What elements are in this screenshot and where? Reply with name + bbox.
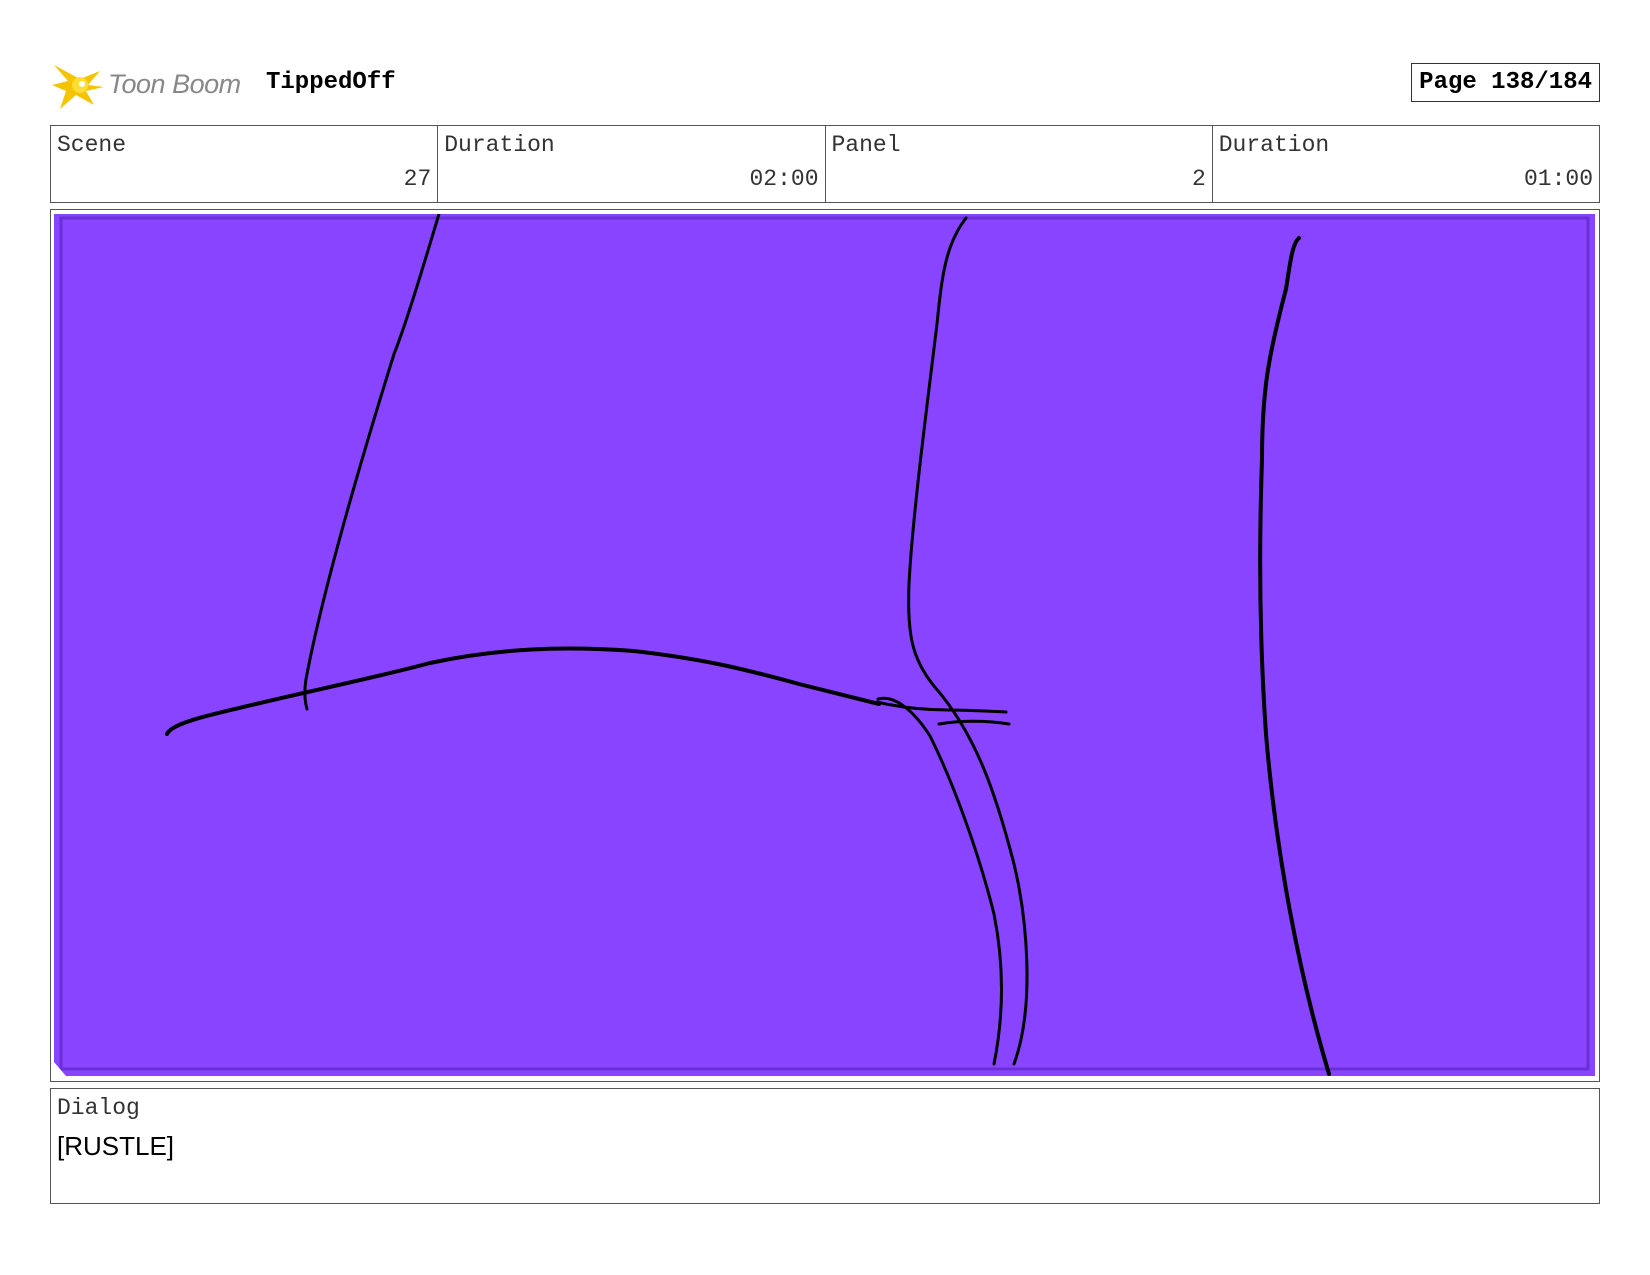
panel-value: 2 [1191, 166, 1206, 192]
logo-text: Toon Boom [108, 69, 241, 99]
panel-duration-value: 01:00 [1523, 166, 1593, 192]
project-title: TippedOff [266, 69, 396, 96]
scene-label: Scene [57, 132, 127, 158]
page-indicator: Page 138/184 [1411, 63, 1600, 102]
panel-label: Panel [831, 132, 901, 158]
storyboard-panel-frame [50, 209, 1600, 1082]
panel-cell: Panel 2 [826, 126, 1213, 202]
panel-background [54, 214, 1595, 1076]
toon-boom-star-icon [52, 65, 104, 109]
toon-boom-logo: Toon Boom [50, 55, 250, 115]
page-header: Toon Boom TippedOff Page 138/184 [50, 55, 1600, 115]
panel-duration-label: Duration [1218, 132, 1330, 158]
scene-value: 27 [403, 166, 432, 192]
dialog-text: [RUSTLE] [57, 1131, 175, 1161]
scene-duration-label: Duration [444, 132, 555, 158]
panel-duration-cell: Duration 01:00 [1213, 126, 1599, 202]
storyboard-panel-drawing [54, 214, 1595, 1076]
panel-info-row: Scene 27 Duration 02:00 Panel 2 Duration… [50, 125, 1600, 203]
scene-cell: Scene 27 [51, 126, 439, 202]
scene-duration-value: 02:00 [749, 166, 819, 192]
dialog-box: Dialog [RUSTLE] [50, 1088, 1600, 1204]
scene-duration-cell: Duration 02:00 [438, 126, 826, 202]
dialog-label: Dialog [57, 1095, 140, 1121]
